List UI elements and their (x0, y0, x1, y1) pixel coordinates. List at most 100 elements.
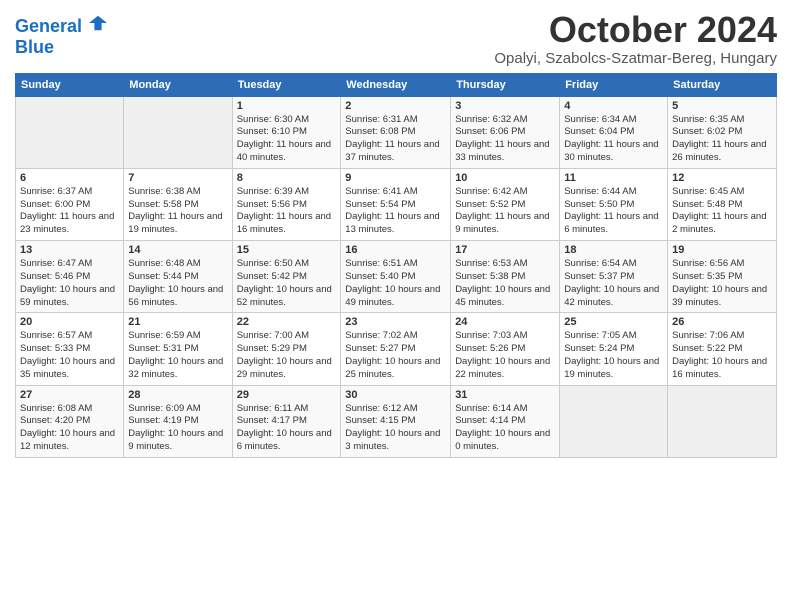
day-cell: 22 Sunrise: 7:00 AM Sunset: 5:29 PM Dayli… (232, 313, 341, 385)
day-cell: 25 Sunrise: 7:05 AM Sunset: 5:24 PM Dayli… (560, 313, 668, 385)
day-cell: 19 Sunrise: 6:56 AM Sunset: 5:35 PM Dayli… (668, 241, 777, 313)
day-cell (560, 385, 668, 457)
day-cell: 9Sunrise: 6:41 AM Sunset: 5:54 PM Daylig… (341, 168, 451, 240)
day-cell: 30Sunrise: 6:12 AM Sunset: 4:15 PM Dayli… (341, 385, 451, 457)
week-row-1: 1Sunrise: 6:30 AM Sunset: 6:10 PM Daylig… (16, 96, 777, 168)
day-number: 26 (672, 316, 772, 328)
day-info: Sunrise: 6:08 AM Sunset: 4:20 PM Dayligh… (20, 403, 119, 454)
logo-blue: Blue (15, 37, 107, 58)
day-cell: 15 Sunrise: 6:50 AM Sunset: 5:42 PM Dayli… (232, 241, 341, 313)
day-cell (16, 96, 124, 168)
col-header-monday: Monday (124, 73, 232, 96)
day-info: Sunrise: 6:31 AM Sunset: 6:08 PM Dayligh… (345, 114, 446, 165)
day-number: 27 (20, 389, 119, 401)
day-number: 22 (237, 316, 337, 328)
day-cell: 23 Sunrise: 7:02 AM Sunset: 5:27 PM Dayli… (341, 313, 451, 385)
day-info: Sunrise: 6:44 AM Sunset: 5:50 PM Dayligh… (564, 186, 663, 237)
day-number: 20 (20, 316, 119, 328)
day-cell: 8Sunrise: 6:39 AM Sunset: 5:56 PM Daylig… (232, 168, 341, 240)
day-cell: 3Sunrise: 6:32 AM Sunset: 6:06 PM Daylig… (451, 96, 560, 168)
title-area: October 2024 Opalyi, Szabolcs-Szatmar-Be… (494, 10, 777, 67)
col-header-friday: Friday (560, 73, 668, 96)
logo-text: General (15, 14, 107, 37)
day-info: Sunrise: 6:47 AM Sunset: 5:46 PM Dayligh… (20, 258, 119, 309)
day-number: 17 (455, 244, 555, 256)
day-number: 12 (672, 172, 772, 184)
calendar-header-row: SundayMondayTuesdayWednesdayThursdayFrid… (16, 73, 777, 96)
month-title: October 2024 (494, 10, 777, 50)
day-info: Sunrise: 6:35 AM Sunset: 6:02 PM Dayligh… (672, 114, 772, 165)
day-cell: 13 Sunrise: 6:47 AM Sunset: 5:46 PM Dayli… (16, 241, 124, 313)
day-cell: 11 Sunrise: 6:44 AM Sunset: 5:50 PM Dayli… (560, 168, 668, 240)
day-cell: 17 Sunrise: 6:53 AM Sunset: 5:38 PM Dayli… (451, 241, 560, 313)
day-info: Sunrise: 6:09 AM Sunset: 4:19 PM Dayligh… (128, 403, 227, 454)
day-cell: 26 Sunrise: 7:06 AM Sunset: 5:22 PM Dayli… (668, 313, 777, 385)
col-header-saturday: Saturday (668, 73, 777, 96)
day-number: 29 (237, 389, 337, 401)
day-cell: 7Sunrise: 6:38 AM Sunset: 5:58 PM Daylig… (124, 168, 232, 240)
day-cell: 1Sunrise: 6:30 AM Sunset: 6:10 PM Daylig… (232, 96, 341, 168)
day-number: 25 (564, 316, 663, 328)
day-info: Sunrise: 6:48 AM Sunset: 5:44 PM Dayligh… (128, 258, 227, 309)
day-info: Sunrise: 7:00 AM Sunset: 5:29 PM Dayligh… (237, 330, 337, 381)
day-number: 30 (345, 389, 446, 401)
day-number: 21 (128, 316, 227, 328)
logo: General Blue (15, 14, 107, 58)
day-info: Sunrise: 6:53 AM Sunset: 5:38 PM Dayligh… (455, 258, 555, 309)
day-number: 2 (345, 100, 446, 112)
day-info: Sunrise: 6:54 AM Sunset: 5:37 PM Dayligh… (564, 258, 663, 309)
day-cell: 20 Sunrise: 6:57 AM Sunset: 5:33 PM Dayli… (16, 313, 124, 385)
header: General Blue October 2024 Opalyi, Szabol… (15, 10, 777, 67)
location-title: Opalyi, Szabolcs-Szatmar-Bereg, Hungary (494, 50, 777, 67)
day-cell: 14 Sunrise: 6:48 AM Sunset: 5:44 PM Dayli… (124, 241, 232, 313)
day-number: 11 (564, 172, 663, 184)
day-cell: 6Sunrise: 6:37 AM Sunset: 6:00 PM Daylig… (16, 168, 124, 240)
day-info: Sunrise: 6:42 AM Sunset: 5:52 PM Dayligh… (455, 186, 555, 237)
page-container: General Blue October 2024 Opalyi, Szabol… (0, 0, 792, 468)
day-info: Sunrise: 6:56 AM Sunset: 5:35 PM Dayligh… (672, 258, 772, 309)
day-number: 6 (20, 172, 119, 184)
day-info: Sunrise: 7:05 AM Sunset: 5:24 PM Dayligh… (564, 330, 663, 381)
day-info: Sunrise: 6:11 AM Sunset: 4:17 PM Dayligh… (237, 403, 337, 454)
day-cell: 24 Sunrise: 7:03 AM Sunset: 5:26 PM Dayli… (451, 313, 560, 385)
day-info: Sunrise: 6:50 AM Sunset: 5:42 PM Dayligh… (237, 258, 337, 309)
day-cell: 12Sunrise: 6:45 AM Sunset: 5:48 PM Dayli… (668, 168, 777, 240)
day-number: 18 (564, 244, 663, 256)
day-cell: 16Sunrise: 6:51 AM Sunset: 5:40 PM Dayli… (341, 241, 451, 313)
day-cell (668, 385, 777, 457)
day-cell: 29 Sunrise: 6:11 AM Sunset: 4:17 PM Dayli… (232, 385, 341, 457)
logo-bird-icon (89, 14, 107, 32)
day-info: Sunrise: 6:57 AM Sunset: 5:33 PM Dayligh… (20, 330, 119, 381)
day-info: Sunrise: 6:38 AM Sunset: 5:58 PM Dayligh… (128, 186, 227, 237)
day-number: 31 (455, 389, 555, 401)
day-cell: 27 Sunrise: 6:08 AM Sunset: 4:20 PM Dayli… (16, 385, 124, 457)
day-number: 13 (20, 244, 119, 256)
col-header-sunday: Sunday (16, 73, 124, 96)
week-row-3: 13 Sunrise: 6:47 AM Sunset: 5:46 PM Dayli… (16, 241, 777, 313)
day-number: 15 (237, 244, 337, 256)
calendar-table: SundayMondayTuesdayWednesdayThursdayFrid… (15, 73, 777, 458)
day-number: 24 (455, 316, 555, 328)
day-cell: 21 Sunrise: 6:59 AM Sunset: 5:31 PM Dayli… (124, 313, 232, 385)
day-info: Sunrise: 6:34 AM Sunset: 6:04 PM Dayligh… (564, 114, 663, 165)
day-info: Sunrise: 6:32 AM Sunset: 6:06 PM Dayligh… (455, 114, 555, 165)
day-info: Sunrise: 7:03 AM Sunset: 5:26 PM Dayligh… (455, 330, 555, 381)
day-cell: 10Sunrise: 6:42 AM Sunset: 5:52 PM Dayli… (451, 168, 560, 240)
week-row-2: 6Sunrise: 6:37 AM Sunset: 6:00 PM Daylig… (16, 168, 777, 240)
day-cell: 5Sunrise: 6:35 AM Sunset: 6:02 PM Daylig… (668, 96, 777, 168)
day-info: Sunrise: 6:51 AM Sunset: 5:40 PM Dayligh… (345, 258, 446, 309)
day-info: Sunrise: 6:41 AM Sunset: 5:54 PM Dayligh… (345, 186, 446, 237)
day-cell: 18 Sunrise: 6:54 AM Sunset: 5:37 PM Dayli… (560, 241, 668, 313)
week-row-5: 27 Sunrise: 6:08 AM Sunset: 4:20 PM Dayli… (16, 385, 777, 457)
day-number: 19 (672, 244, 772, 256)
week-row-4: 20 Sunrise: 6:57 AM Sunset: 5:33 PM Dayli… (16, 313, 777, 385)
day-number: 14 (128, 244, 227, 256)
col-header-wednesday: Wednesday (341, 73, 451, 96)
day-number: 28 (128, 389, 227, 401)
day-info: Sunrise: 7:02 AM Sunset: 5:27 PM Dayligh… (345, 330, 446, 381)
day-info: Sunrise: 7:06 AM Sunset: 5:22 PM Dayligh… (672, 330, 772, 381)
day-info: Sunrise: 6:59 AM Sunset: 5:31 PM Dayligh… (128, 330, 227, 381)
day-number: 4 (564, 100, 663, 112)
day-number: 23 (345, 316, 446, 328)
day-cell: 4 Sunrise: 6:34 AM Sunset: 6:04 PM Daylig… (560, 96, 668, 168)
